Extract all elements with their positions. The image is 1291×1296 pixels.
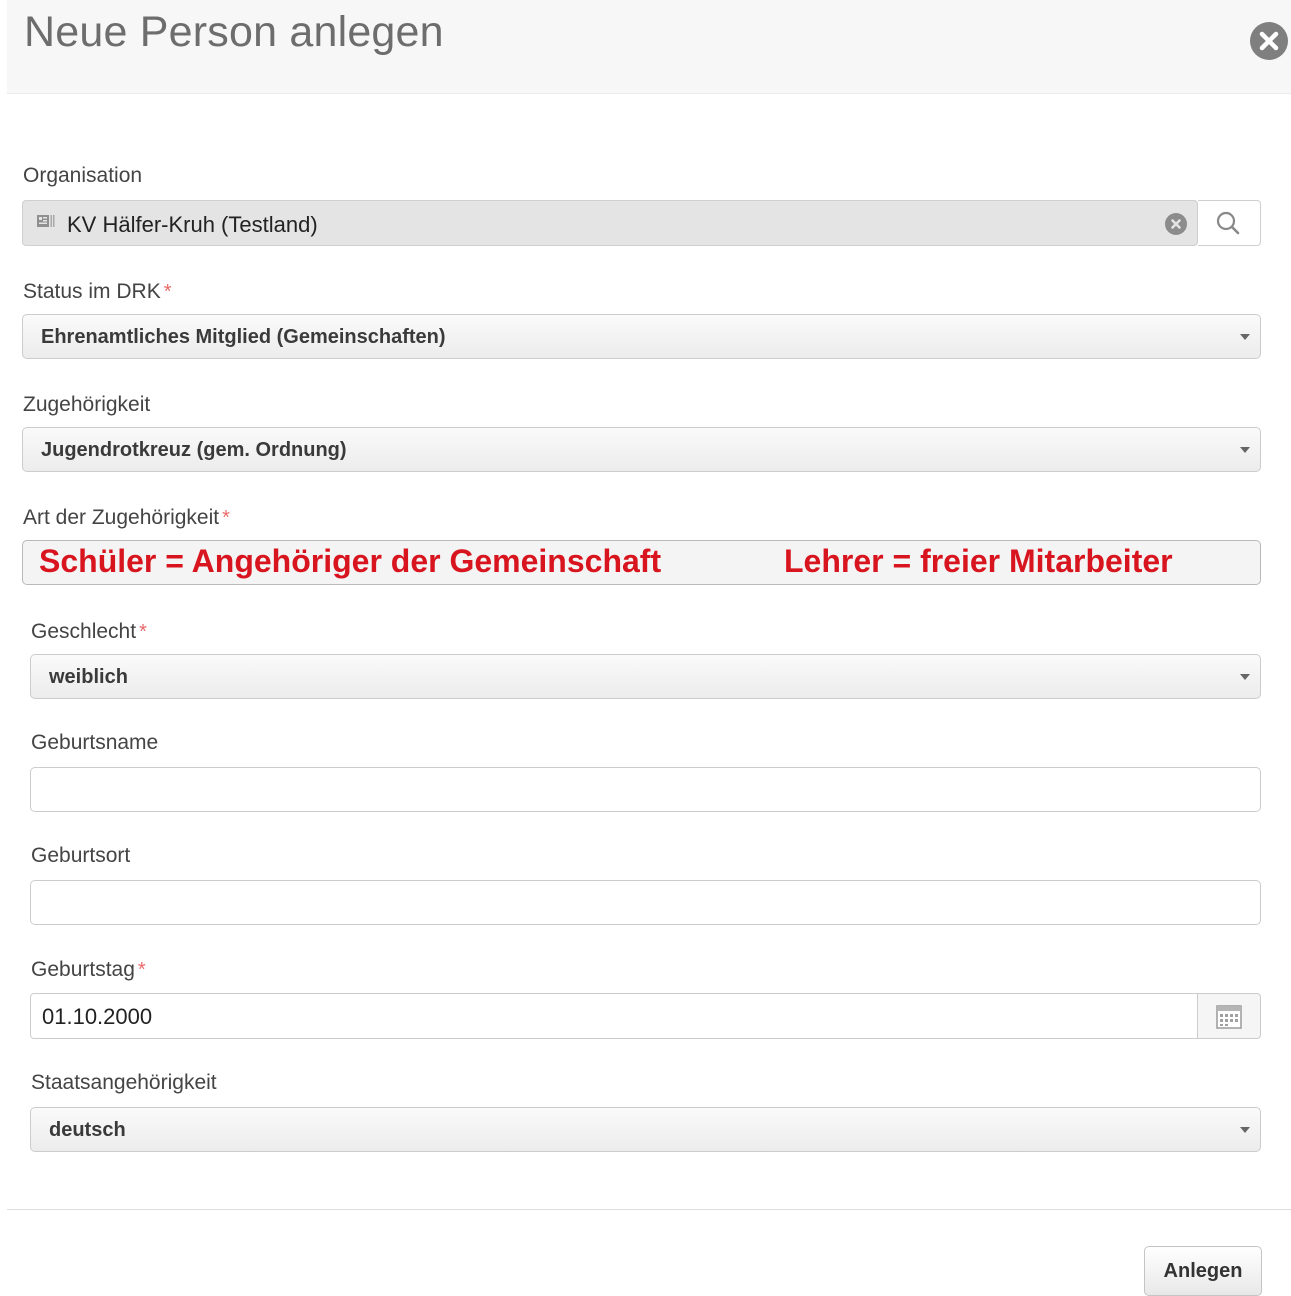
geburtsort-label: Geburtsort	[31, 844, 131, 867]
status-select[interactable]: Ehrenamtliches Mitglied (Gemeinschaften)	[22, 314, 1261, 359]
zugehoerigkeit-label: Zugehörigkeit	[23, 393, 151, 416]
dialog-title: Neue Person anlegen	[24, 8, 444, 56]
art-zugehoerigkeit-select[interactable]: Schüler = Angehöriger der Gemeinschaft L…	[22, 540, 1261, 585]
geburtstag-input[interactable]: 01.10.2000	[30, 993, 1198, 1039]
chevron-down-icon	[1240, 1127, 1250, 1133]
clear-icon[interactable]	[1165, 213, 1187, 235]
status-value: Ehrenamtliches Mitglied (Gemeinschaften)	[41, 326, 446, 348]
close-icon[interactable]	[1250, 22, 1288, 60]
status-label: Status im DRK *	[23, 280, 172, 303]
staatsangehoerigkeit-select[interactable]: deutsch	[30, 1107, 1261, 1152]
calendar-button[interactable]	[1198, 993, 1261, 1039]
geschlecht-select[interactable]: weiblich	[30, 654, 1261, 699]
dialog-header: Neue Person anlegen	[7, 0, 1291, 94]
geburtstag-label: Geburtstag *	[31, 958, 146, 981]
search-icon	[1198, 211, 1261, 251]
geburtsname-label: Geburtsname	[31, 731, 159, 754]
organisation-field[interactable]: KV Hälfer-Kruh (Testland)	[22, 200, 1198, 246]
chevron-down-icon	[1240, 674, 1250, 680]
chevron-down-icon	[1240, 447, 1250, 453]
geburtsort-input[interactable]	[30, 880, 1261, 925]
organisation-search-button[interactable]	[1198, 200, 1261, 246]
zugehoerigkeit-value: Jugendrotkreuz (gem. Ordnung)	[41, 439, 347, 461]
art-zugehoerigkeit-label: Art der Zugehörigkeit *	[23, 506, 230, 529]
geschlecht-value: weiblich	[49, 666, 128, 688]
organisation-value: KV Hälfer-Kruh (Testland)	[67, 212, 318, 237]
geburtstag-value: 01.10.2000	[42, 1004, 153, 1029]
geburtsname-input[interactable]	[30, 767, 1261, 812]
annotation-schueler: Schüler = Angehöriger der Gemeinschaft	[39, 543, 662, 579]
zugehoerigkeit-select[interactable]: Jugendrotkreuz (gem. Ordnung)	[22, 427, 1261, 472]
required-marker: *	[137, 959, 146, 981]
staatsangehoerigkeit-value: deutsch	[49, 1119, 126, 1141]
calendar-icon	[1198, 1005, 1261, 1044]
annotation-lehrer: Lehrer = freier Mitarbeiter	[784, 543, 1173, 579]
geschlecht-label: Geschlecht *	[31, 620, 147, 643]
required-marker: *	[222, 507, 230, 529]
organisation-label: Organisation	[23, 164, 143, 187]
required-marker: *	[139, 621, 147, 643]
chevron-down-icon	[1240, 334, 1250, 340]
footer-divider	[7, 1209, 1291, 1210]
anlegen-button[interactable]: Anlegen	[1144, 1246, 1262, 1296]
staatsangehoerigkeit-label: Staatsangehörigkeit	[31, 1071, 217, 1094]
id-card-icon	[37, 215, 55, 229]
required-marker: *	[163, 281, 172, 303]
